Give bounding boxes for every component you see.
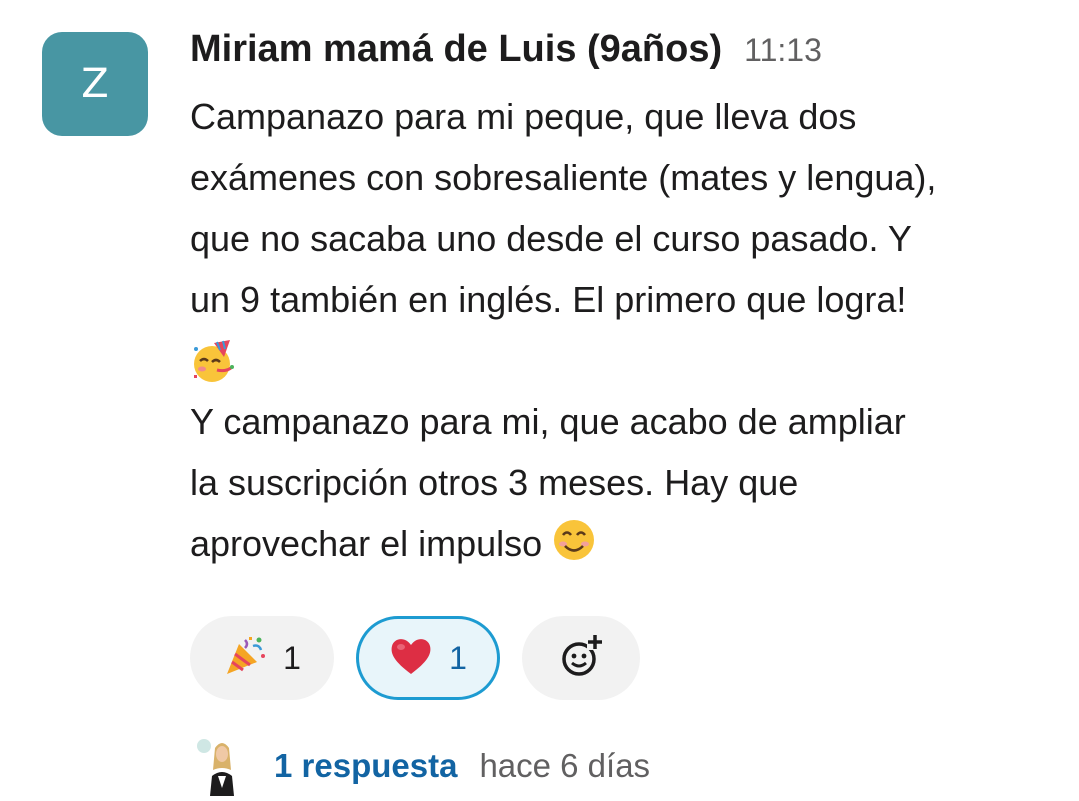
message-paragraph-2: Y campanazo para mi, que acabo de amplia… bbox=[190, 391, 1050, 580]
avatar-initial: Z bbox=[81, 61, 109, 107]
partying-face-icon bbox=[190, 330, 1050, 391]
reaction-count: 1 bbox=[283, 639, 301, 676]
message-paragraph-2-text: Y campanazo para mi, que acabo de amplia… bbox=[190, 401, 906, 564]
heart-icon bbox=[389, 636, 433, 681]
sender-name[interactable]: Miriam mamá de Luis (9años) bbox=[190, 28, 722, 71]
party-popper-icon bbox=[223, 634, 267, 683]
reaction-heart[interactable]: 1 bbox=[356, 616, 500, 700]
message-paragraph-1: Campanazo para mi peque, que lleva dos e… bbox=[190, 96, 937, 320]
smiling-face-icon bbox=[552, 518, 596, 580]
reaction-count: 1 bbox=[449, 639, 467, 676]
reaction-party-popper[interactable]: 1 bbox=[190, 616, 334, 700]
replier-avatar bbox=[196, 736, 248, 796]
avatar[interactable]: Z bbox=[42, 32, 148, 136]
add-reaction-icon bbox=[557, 632, 605, 685]
thread-summary[interactable]: 1 respuesta hace 6 días bbox=[196, 736, 650, 796]
last-reply-time: hace 6 días bbox=[479, 747, 651, 784]
message-timestamp[interactable]: 11:13 bbox=[744, 32, 822, 69]
replies-link[interactable]: 1 respuesta bbox=[274, 747, 457, 785]
message-body: Campanazo para mi peque, que lleva dos e… bbox=[190, 86, 1050, 580]
add-reaction-button[interactable] bbox=[522, 616, 640, 700]
message-header: Miriam mamá de Luis (9años) 11:13 bbox=[190, 28, 822, 71]
reactions-bar: 1 1 bbox=[190, 616, 640, 700]
